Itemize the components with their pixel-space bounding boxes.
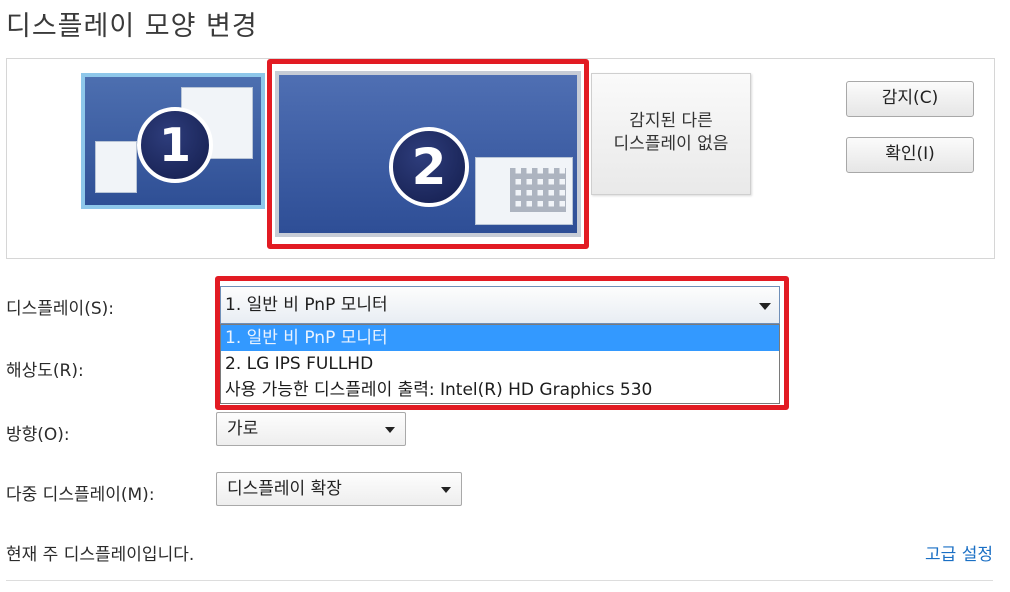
display-label: 디스플레이(S): (6, 299, 114, 319)
chevron-down-icon (441, 487, 451, 493)
chevron-down-icon (759, 303, 771, 310)
orientation-label: 방향(O): (6, 425, 70, 445)
monitor-2-highlight-frame (267, 59, 589, 249)
primary-display-status: 현재 주 디스플레이입니다. (6, 545, 195, 565)
window-thumbnail-icon (95, 141, 137, 193)
undetected-monitor-text-line2: 디스플레이 없음 (613, 134, 729, 154)
multi-display-select[interactable]: 디스플레이 확장 (216, 472, 462, 506)
chevron-down-icon (385, 427, 395, 433)
display-option-1[interactable]: 1. 일반 비 PnP 모니터 (221, 325, 779, 351)
orientation-select-value: 가로 (227, 419, 259, 439)
detect-button[interactable]: 감지(C) (846, 81, 974, 117)
resolution-label: 해상도(R): (6, 361, 84, 381)
display-option-2[interactable]: 2. LG IPS FULLHD (221, 351, 779, 377)
monitor-1-number-badge: 1 (137, 107, 213, 183)
orientation-select[interactable]: 가로 (216, 412, 406, 446)
multi-display-label: 다중 디스플레이(M): (6, 485, 155, 505)
multi-display-select-value: 디스플레이 확장 (227, 479, 342, 499)
display-options-list[interactable]: 1. 일반 비 PnP 모니터 2. LG IPS FULLHD 사용 가능한 … (220, 324, 780, 404)
display-option-3[interactable]: 사용 가능한 디스플레이 출력: Intel(R) HD Graphics 53… (221, 377, 779, 403)
undetected-monitor-text-line1: 감지된 다른 (629, 111, 713, 131)
advanced-settings-link[interactable]: 고급 설정 (925, 540, 993, 565)
display-select-value: 1. 일반 비 PnP 모니터 (225, 295, 388, 315)
divider (6, 580, 993, 581)
page-title: 디스플레이 모양 변경 (6, 11, 258, 42)
monitor-1-thumbnail[interactable]: 1 (81, 73, 265, 209)
undetected-monitor-thumbnail: 감지된 다른 디스플레이 없음 (591, 73, 751, 195)
identify-button[interactable]: 확인(I) (846, 137, 974, 173)
display-select[interactable]: 1. 일반 비 PnP 모니터 (220, 286, 780, 324)
display-preview-area: 1 2 감지된 다른 디스플레이 없음 감지(C) 확인(I) (6, 58, 995, 259)
